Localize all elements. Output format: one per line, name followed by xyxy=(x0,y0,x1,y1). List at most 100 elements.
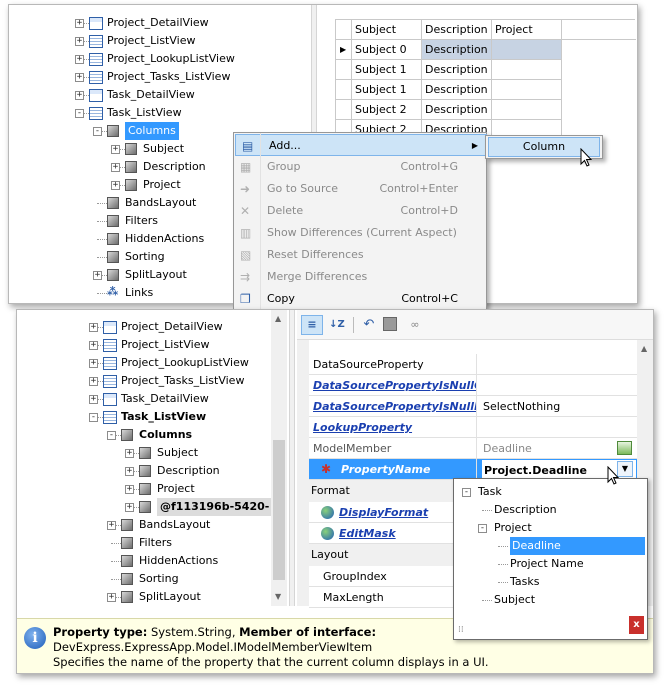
expand-icon[interactable]: + xyxy=(89,395,98,404)
grid-column-header[interactable]: Project xyxy=(492,20,562,40)
dropdown-item[interactable]: Project xyxy=(494,519,532,537)
property-row[interactable]: DataSourcePropertyIsNullC xyxy=(309,375,637,396)
submenu-arrow-icon: ▶ xyxy=(471,141,478,150)
go-to-source-icon: ➜ xyxy=(240,182,251,196)
grid-cell[interactable] xyxy=(492,40,562,60)
dropdown-item[interactable]: Subject xyxy=(494,591,535,609)
grid-cell[interactable]: Description 2 xyxy=(422,100,492,120)
alphabetical-sort-icon[interactable]: ↓Z xyxy=(327,315,347,335)
dropdown-item[interactable]: Project Name xyxy=(510,555,584,573)
menu-item-copy[interactable]: ❐ Copy Control+C xyxy=(234,288,488,310)
grid-cell[interactable]: Description 1 xyxy=(422,80,492,100)
dropdown-item[interactable]: Deadline xyxy=(510,537,645,555)
tree-scrollbar[interactable]: ▲ ▼ xyxy=(271,310,287,606)
node-icon xyxy=(139,501,151,513)
menu-item-reset-differences[interactable]: ▧ Reset Differences xyxy=(234,244,488,266)
property-row[interactable]: DataSourceProperty xyxy=(309,354,637,375)
node-icon xyxy=(107,269,119,281)
property-value[interactable]: SelectNothing xyxy=(481,396,637,417)
expand-icon[interactable]: + xyxy=(89,323,98,332)
row-indicator[interactable]: ▶ xyxy=(336,40,352,60)
expand-icon[interactable]: + xyxy=(125,503,134,512)
editor-button-icon[interactable] xyxy=(617,441,632,455)
grid-cell[interactable]: Subject 1 xyxy=(352,60,422,80)
tree-item-label: HiddenActions xyxy=(139,554,219,567)
tree-item-label: Project xyxy=(143,178,181,191)
expand-icon[interactable]: + xyxy=(111,145,120,154)
menu-item-show-differences-current-aspect[interactable]: ▥ Show Differences (Current Aspect) xyxy=(234,222,488,244)
dropdown-item[interactable]: Tasks xyxy=(510,573,539,591)
grid-column-header[interactable]: Subject xyxy=(352,20,422,40)
dropdown-item[interactable]: Description xyxy=(494,501,557,519)
dropdown-item[interactable]: Task xyxy=(478,483,502,501)
expand-icon[interactable]: + xyxy=(111,181,120,190)
undo-icon[interactable]: ↶ xyxy=(359,315,379,335)
grid-cell[interactable]: Description 1 xyxy=(422,60,492,80)
tree-line xyxy=(498,546,508,547)
grid-cell[interactable]: Subject 0 xyxy=(352,40,422,60)
expand-icon[interactable]: + xyxy=(75,73,84,82)
menu-item-label: Group xyxy=(267,160,301,173)
menu-item-label: Add... xyxy=(269,139,301,152)
expand-icon[interactable]: + xyxy=(89,341,98,350)
expand-icon[interactable]: + xyxy=(107,521,116,530)
resize-grip-icon[interactable]: ⁞⁞ xyxy=(458,625,464,635)
collapse-icon[interactable]: - xyxy=(107,431,116,440)
grid-cell[interactable]: Subject 1 xyxy=(352,80,422,100)
menu-item-delete[interactable]: ✕ Delete Control+D xyxy=(234,200,488,222)
context-menu: ▤ Add... ▶ ▦ Group Control+G ➜ Go to Source Cont… xyxy=(233,132,487,310)
tree-item-label: SplitLayout xyxy=(125,268,187,281)
reset-differences-icon: ▧ xyxy=(240,248,252,262)
expand-icon[interactable]: + xyxy=(89,359,98,368)
menu-item-merge-differences[interactable]: ⇉ Merge Differences xyxy=(234,266,488,288)
grid-cell[interactable]: Description 0 xyxy=(422,40,492,60)
grid-cell[interactable] xyxy=(492,80,562,100)
close-popup-button[interactable]: x xyxy=(629,616,644,634)
property-name: GroupIndex xyxy=(323,570,387,583)
collapse-icon[interactable]: - xyxy=(75,109,84,118)
menu-item-add[interactable]: ▤ Add... ▶ xyxy=(235,134,487,156)
tree-item-label: Project_DetailView xyxy=(107,16,209,29)
splitter[interactable] xyxy=(289,310,295,606)
expand-icon[interactable]: + xyxy=(75,55,84,64)
menu-item-go-to-source[interactable]: ➜ Go to Source Control+Enter xyxy=(234,178,488,200)
tree-item-label: Subject xyxy=(143,142,185,155)
tree-item-label: @f113196b-5420- xyxy=(157,498,273,516)
expand-icon[interactable]: + xyxy=(125,485,134,494)
property-value[interactable]: Deadline xyxy=(481,438,637,459)
link-icon[interactable]: ∞ xyxy=(405,315,425,335)
grid-cell[interactable] xyxy=(492,60,562,80)
property-row[interactable]: DataSourcePropertyIsNullM SelectNothing xyxy=(309,396,637,417)
reset-icon[interactable] xyxy=(383,317,397,331)
grid-cell[interactable] xyxy=(492,100,562,120)
menu-item-group[interactable]: ▦ Group Control+G xyxy=(234,156,488,178)
expand-icon[interactable]: + xyxy=(75,37,84,46)
expand-icon[interactable]: + xyxy=(75,91,84,100)
menu-item-label: Copy xyxy=(267,292,295,305)
row-indicator-header xyxy=(336,20,352,40)
tree-line xyxy=(482,510,492,511)
node-icon xyxy=(125,161,137,173)
expand-icon[interactable]: + xyxy=(89,377,98,386)
menu-item-label: Delete xyxy=(267,204,304,217)
property-row[interactable]: LookupProperty xyxy=(309,417,637,438)
expand-icon[interactable]: + xyxy=(111,163,120,172)
expand-icon[interactable]: + xyxy=(125,467,134,476)
row-indicator[interactable] xyxy=(336,80,352,100)
grid-column-header[interactable]: Description xyxy=(422,20,492,40)
expand-icon[interactable]: + xyxy=(125,449,134,458)
property-row[interactable]: PropertyName Project.Deadline ✱ ▼ xyxy=(309,459,637,480)
categorized-icon[interactable]: ≡ xyxy=(301,315,323,335)
row-indicator[interactable] xyxy=(336,60,352,80)
row-indicator[interactable] xyxy=(336,100,352,120)
collapse-icon[interactable]: - xyxy=(478,524,487,533)
property-row[interactable]: ModelMember Deadline xyxy=(309,438,637,459)
expand-icon[interactable]: + xyxy=(107,593,116,602)
collapse-icon[interactable]: - xyxy=(93,127,102,136)
menu-item-label: Reset Differences xyxy=(267,248,364,261)
collapse-icon[interactable]: - xyxy=(462,488,471,497)
grid-cell[interactable]: Subject 2 xyxy=(352,100,422,120)
collapse-icon[interactable]: - xyxy=(89,413,98,422)
expand-icon[interactable]: + xyxy=(93,271,102,280)
expand-icon[interactable]: + xyxy=(75,19,84,28)
